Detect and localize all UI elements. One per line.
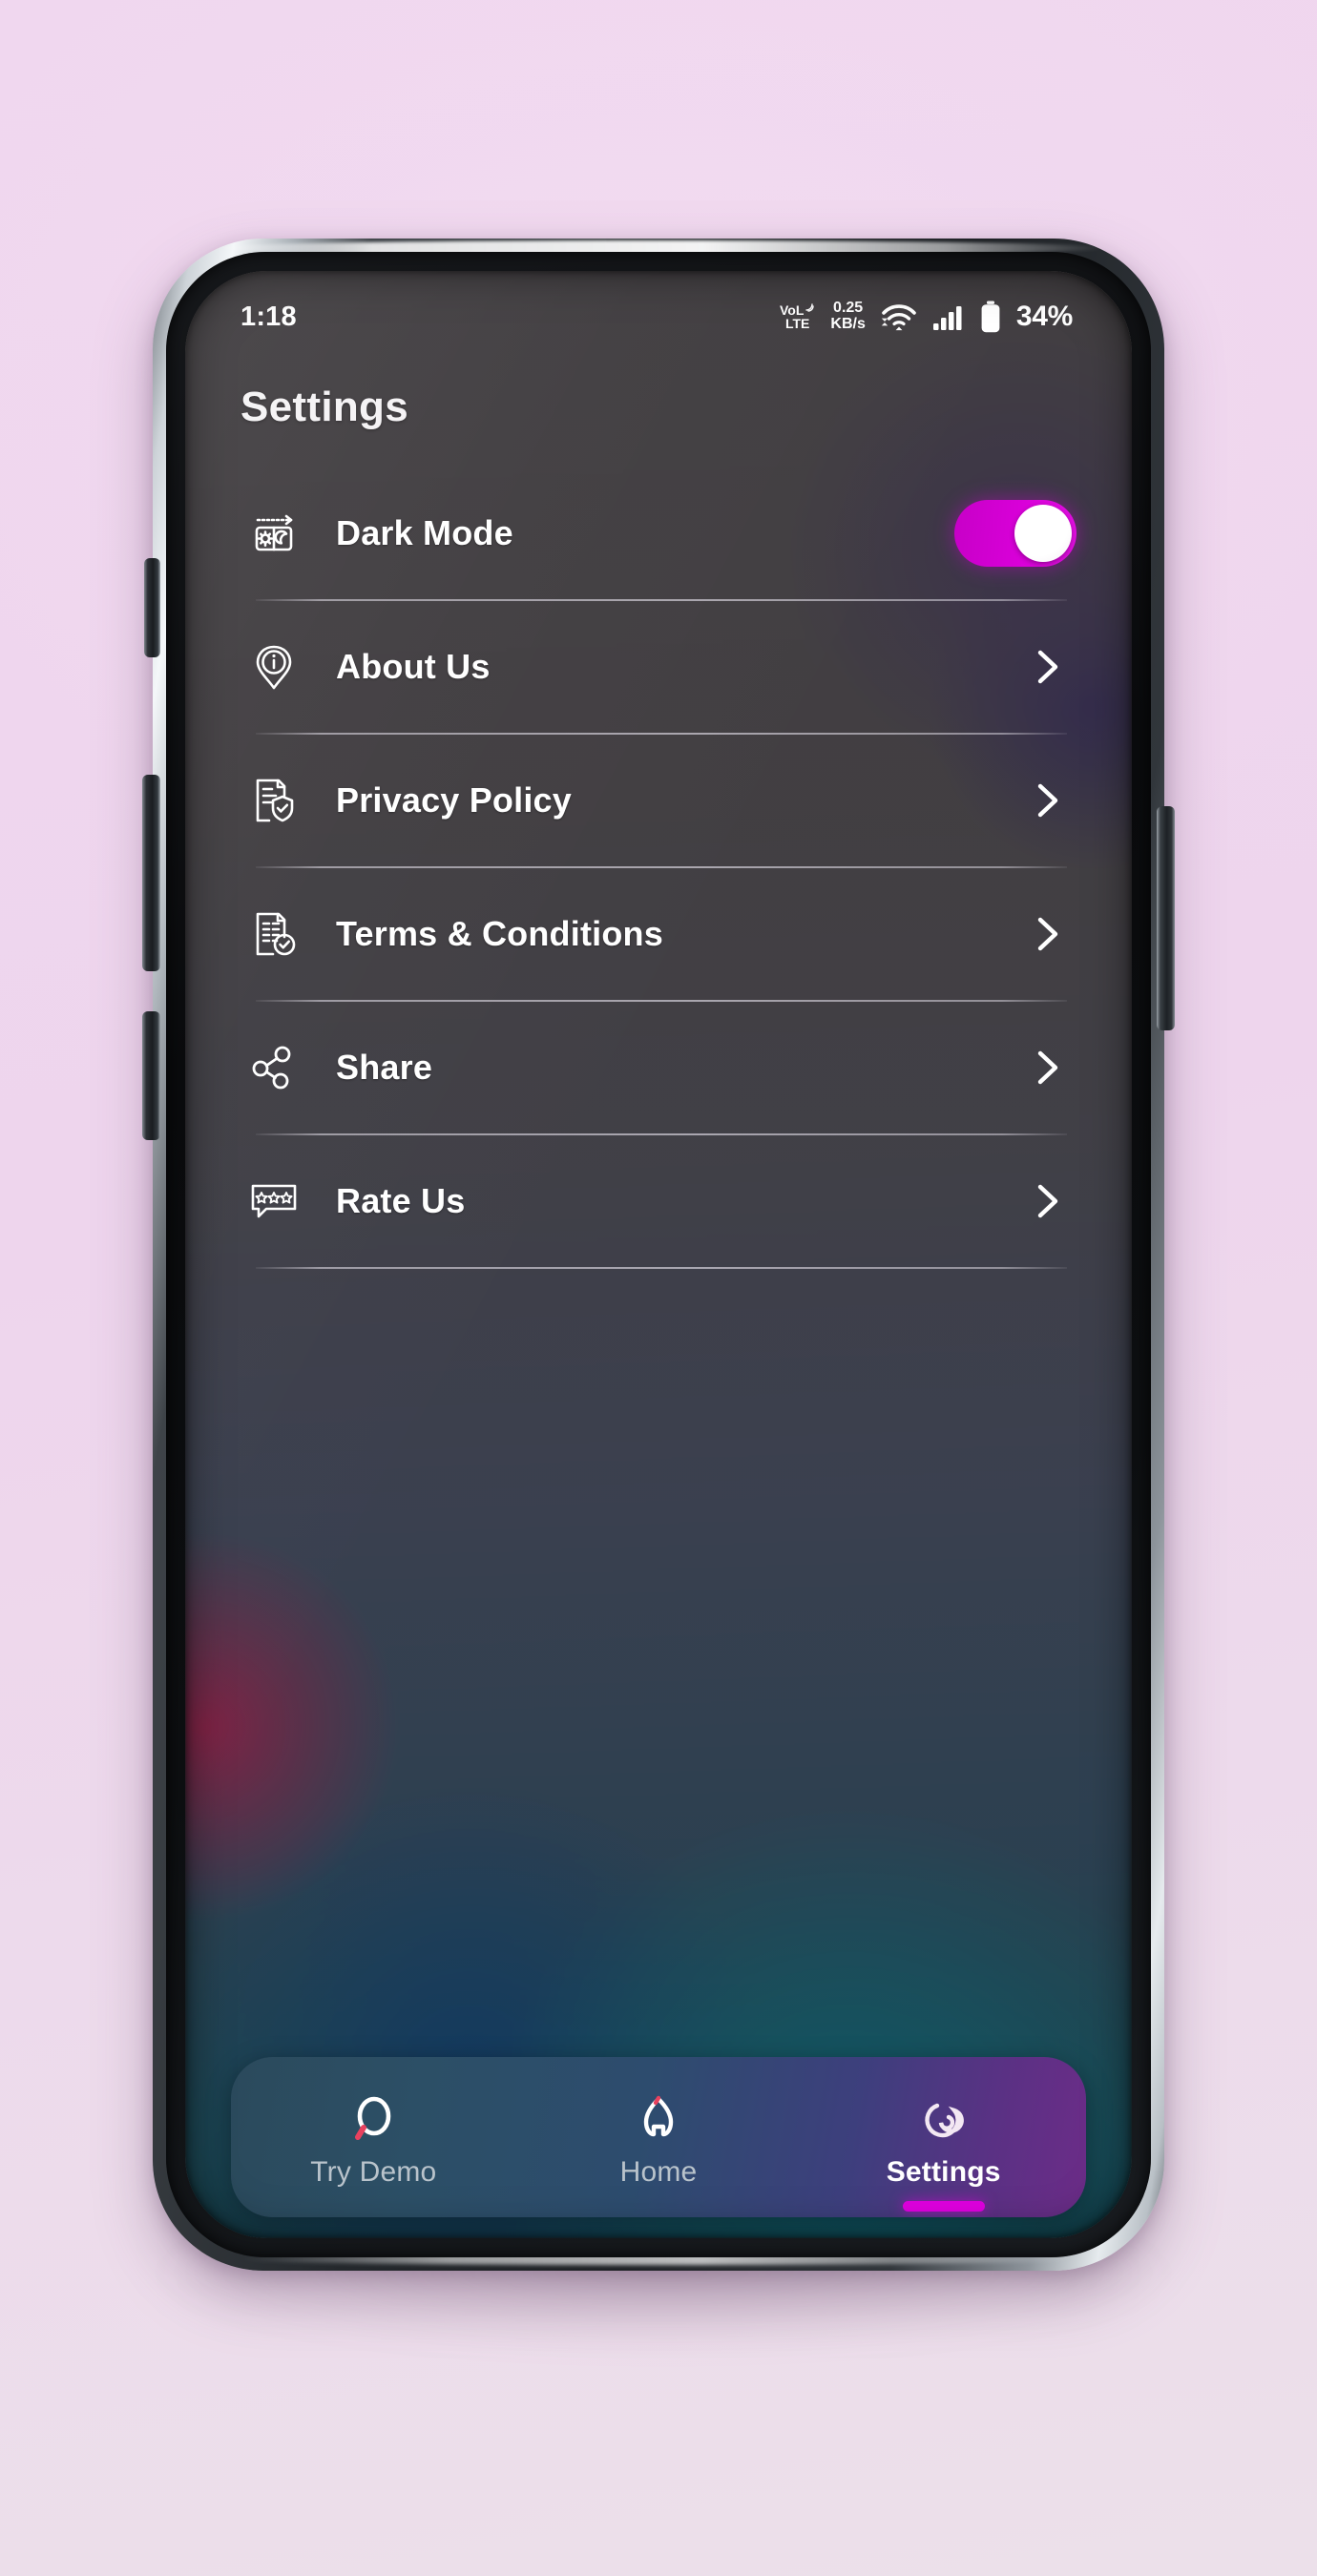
volte-icon: VoL LTE	[780, 303, 815, 330]
try-demo-icon	[355, 2096, 391, 2140]
settings-row-label: Rate Us	[336, 1181, 466, 1220]
power-button[interactable]	[1157, 806, 1175, 1030]
status-clock: 1:18	[240, 301, 297, 332]
share-nodes-icon	[244, 1038, 303, 1097]
chevron-right-icon[interactable]	[1025, 645, 1069, 689]
volte-top-text: VoL	[779, 302, 805, 318]
wifi-icon	[881, 304, 916, 331]
settings-row-label: About Us	[336, 647, 491, 686]
phone-screen: 1:18 VoL LTE 0.25 KB/s 34% Settings Dark…	[185, 271, 1132, 2238]
settings-row-terms-conditions[interactable]: Terms & Conditions	[231, 868, 1086, 1000]
toggle-knob	[1014, 505, 1072, 562]
chevron-right-icon[interactable]	[1025, 1046, 1069, 1090]
settings-spiral-icon	[925, 2103, 964, 2138]
nav-item-label: Home	[619, 2156, 698, 2188]
settings-row-about-us[interactable]: About Us	[231, 601, 1086, 733]
network-speed-value: 0.25	[833, 300, 864, 317]
nav-item-home[interactable]: Home	[516, 2057, 802, 2217]
document-check-icon	[244, 904, 303, 964]
settings-row-share[interactable]: Share	[231, 1002, 1086, 1133]
settings-list: Dark Mode About Us Privacy Policy Terms …	[231, 467, 1086, 1269]
cellular-signal-icon	[932, 306, 962, 330]
row-divider	[256, 1267, 1067, 1269]
chevron-right-icon[interactable]	[1025, 1179, 1069, 1223]
nav-active-indicator	[902, 2201, 985, 2212]
nav-item-label: Try Demo	[310, 2156, 437, 2188]
settings-row-privacy-policy[interactable]: Privacy Policy	[231, 735, 1086, 866]
network-speed-unit: KB/s	[830, 316, 866, 332]
chevron-right-icon[interactable]	[1025, 912, 1069, 956]
settings-row-label: Dark Mode	[336, 513, 513, 552]
chevron-right-icon[interactable]	[1025, 779, 1069, 822]
volte-bottom-text: LTE	[784, 316, 810, 331]
nav-item-label: Settings	[886, 2156, 1001, 2188]
settings-row-label: Terms & Conditions	[336, 914, 663, 953]
nav-item-settings[interactable]: Settings	[801, 2057, 1086, 2217]
settings-row-dark-mode[interactable]: Dark Mode	[231, 467, 1086, 599]
battery-icon	[981, 301, 1000, 333]
dark-mode-sun-moon-icon	[244, 504, 303, 563]
volume-down-button[interactable]	[142, 1011, 160, 1140]
battery-percent-label: 34%	[1015, 301, 1073, 332]
settings-row-label: Share	[336, 1048, 433, 1087]
home-icon	[643, 2095, 674, 2137]
document-shield-icon	[244, 771, 303, 830]
mute-switch-button[interactable]	[144, 558, 160, 657]
volume-up-button[interactable]	[142, 775, 160, 971]
network-speed-indicator: 0.25 KB/s	[830, 300, 866, 333]
page-title: Settings	[240, 384, 408, 430]
nav-item-try-demo[interactable]: Try Demo	[231, 2057, 516, 2217]
bottom-navigation-bar: Try Demo Home Settings	[231, 2057, 1086, 2217]
phone-device-mockup: 1:18 VoL LTE 0.25 KB/s 34% Settings Dark…	[142, 239, 1175, 2271]
dark-mode-toggle[interactable]	[954, 500, 1077, 567]
settings-row-rate-us[interactable]: Rate Us	[231, 1135, 1086, 1267]
status-bar: 1:18 VoL LTE 0.25 KB/s 34%	[185, 271, 1132, 363]
rate-stars-bubble-icon	[244, 1172, 303, 1231]
settings-row-label: Privacy Policy	[336, 780, 572, 820]
status-indicators: VoL LTE 0.25 KB/s 34%	[780, 300, 1073, 333]
info-pin-icon	[244, 637, 303, 696]
